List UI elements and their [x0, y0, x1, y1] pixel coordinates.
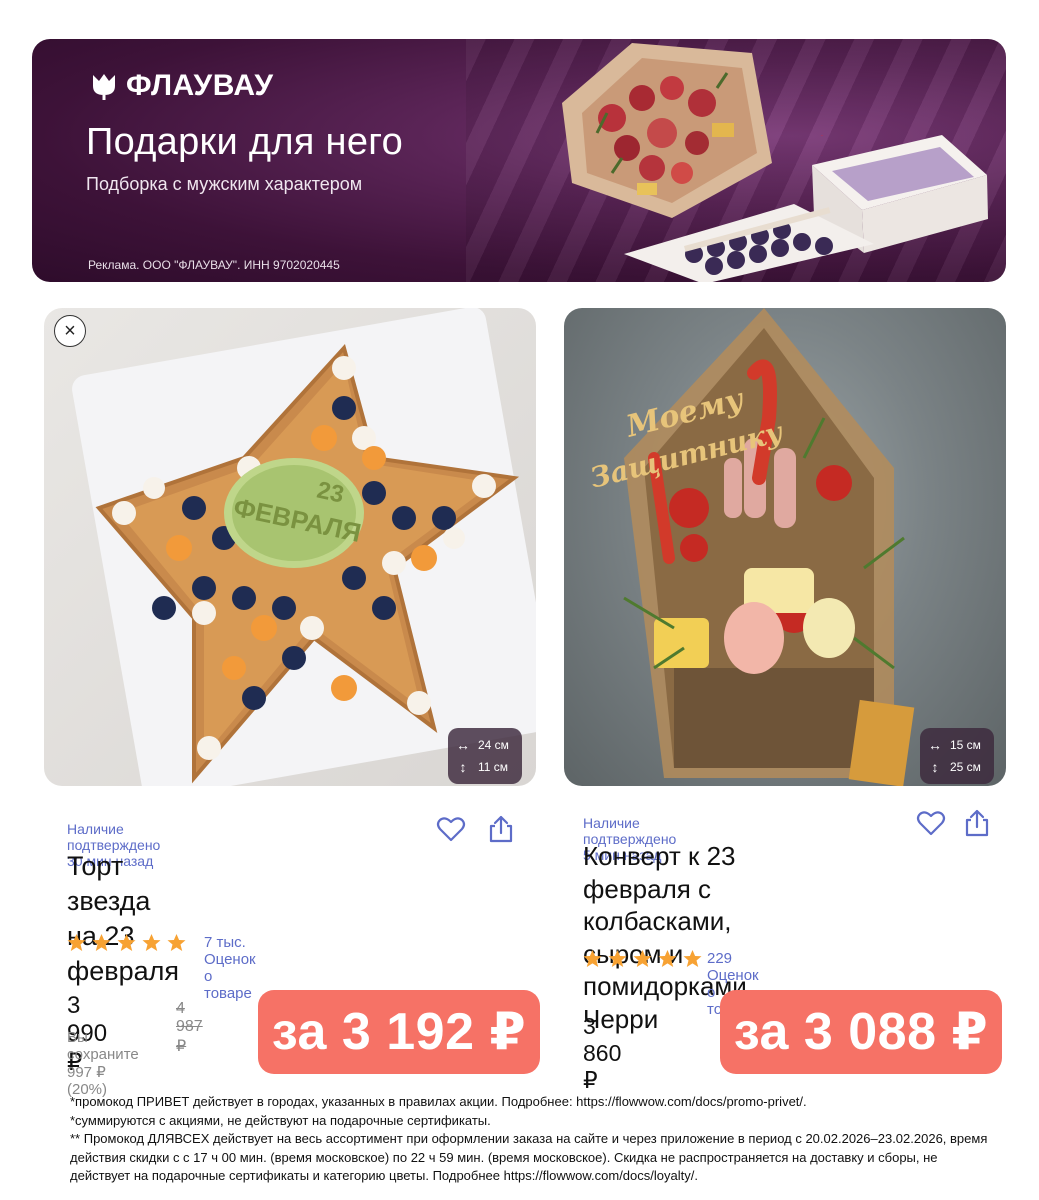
- width-dimension: 24 см: [478, 738, 509, 752]
- banner-ad-disclaimer: Реклама. ООО "ФЛАУВАУ". ИНН 9702020445: [88, 258, 340, 272]
- product-title-line: Конверт к 23 февраля с: [583, 841, 736, 904]
- height-dimension: 25 см: [950, 760, 981, 774]
- product-title-line: февраля: [67, 956, 179, 986]
- star-icon: [683, 950, 702, 967]
- star-icon: [67, 934, 86, 951]
- dimensions-badge: ↔ 24 см ↕ 11 см: [448, 728, 522, 784]
- close-icon: ×: [64, 319, 76, 342]
- promo-banner[interactable]: ФЛАУВАУ Подарки для него Подборка с мужс…: [32, 39, 1006, 282]
- star-icon: [658, 950, 677, 967]
- meat-envelope-illustration: Моему Защитнику: [587, 308, 915, 786]
- rating-stars: [582, 949, 703, 969]
- product-image-star-cake[interactable]: 23 ФЕВРАЛЯ: [44, 308, 536, 786]
- footnote-line: *суммируются с акциями, не действуют на …: [70, 1112, 491, 1128]
- share-icon[interactable]: [486, 814, 516, 844]
- star-icon: [633, 950, 652, 967]
- promo-price-button[interactable]: за 3 088 ₽: [720, 990, 1002, 1074]
- star-icon: [117, 934, 136, 951]
- banner-subtitle: Подборка с мужским характером: [86, 174, 363, 194]
- brand-name: ФЛАУВАУ: [126, 69, 274, 102]
- dessert-tray-image: [624, 204, 874, 282]
- favorite-heart-icon[interactable]: [436, 814, 466, 844]
- promo-price-button[interactable]: за 3 192 ₽: [258, 990, 540, 1074]
- star-icon: [583, 950, 602, 967]
- star-icon: [608, 950, 627, 967]
- dimensions-badge: ↔ 15 см ↕ 25 см: [920, 728, 994, 784]
- rating-stars: [66, 933, 187, 953]
- share-icon[interactable]: [962, 808, 992, 838]
- width-arrows-icon: ↔: [928, 737, 942, 753]
- current-price: 3 860 ₽: [583, 1013, 622, 1093]
- star-icon: [142, 934, 161, 951]
- height-dimension: 11 см: [478, 760, 509, 774]
- width-arrows-icon: ↔: [456, 737, 470, 753]
- height-arrows-icon: ↕: [931, 759, 939, 775]
- width-dimension: 15 см: [950, 738, 981, 752]
- old-price: 4 987 ₽: [176, 1000, 203, 1055]
- reviews-count-link[interactable]: 7 тыс. Оценок о товаре: [204, 934, 256, 1002]
- product-title[interactable]: Торт звезда на 23 февраля: [67, 849, 179, 989]
- legal-footnotes: *промокод ПРИВЕТ действует в городах, ук…: [70, 1093, 1000, 1186]
- product-image-meat-envelope[interactable]: Моему Защитнику: [564, 308, 1006, 786]
- star-icon: [167, 934, 186, 951]
- close-ad-button[interactable]: ×: [54, 315, 86, 347]
- footnote-line: ** Промокод ДЛЯВСЕХ действует на весь ас…: [70, 1131, 988, 1183]
- favorite-heart-icon[interactable]: [916, 808, 946, 838]
- brand-logo: ФЛАУВАУ: [90, 69, 274, 103]
- height-arrows-icon: ↕: [459, 759, 467, 775]
- cake-label-number: 23: [315, 477, 347, 509]
- tulip-logo-icon: [93, 74, 115, 100]
- savings-note: Вы сохраните 997 ₽ (20%): [67, 1029, 139, 1098]
- star-icon: [92, 934, 111, 951]
- footnote-line: *промокод ПРИВЕТ действует в городах, ук…: [70, 1094, 807, 1109]
- star-cake-illustration: 23 ФЕВРАЛЯ: [72, 308, 536, 786]
- banner-title: Подарки для него: [86, 121, 404, 163]
